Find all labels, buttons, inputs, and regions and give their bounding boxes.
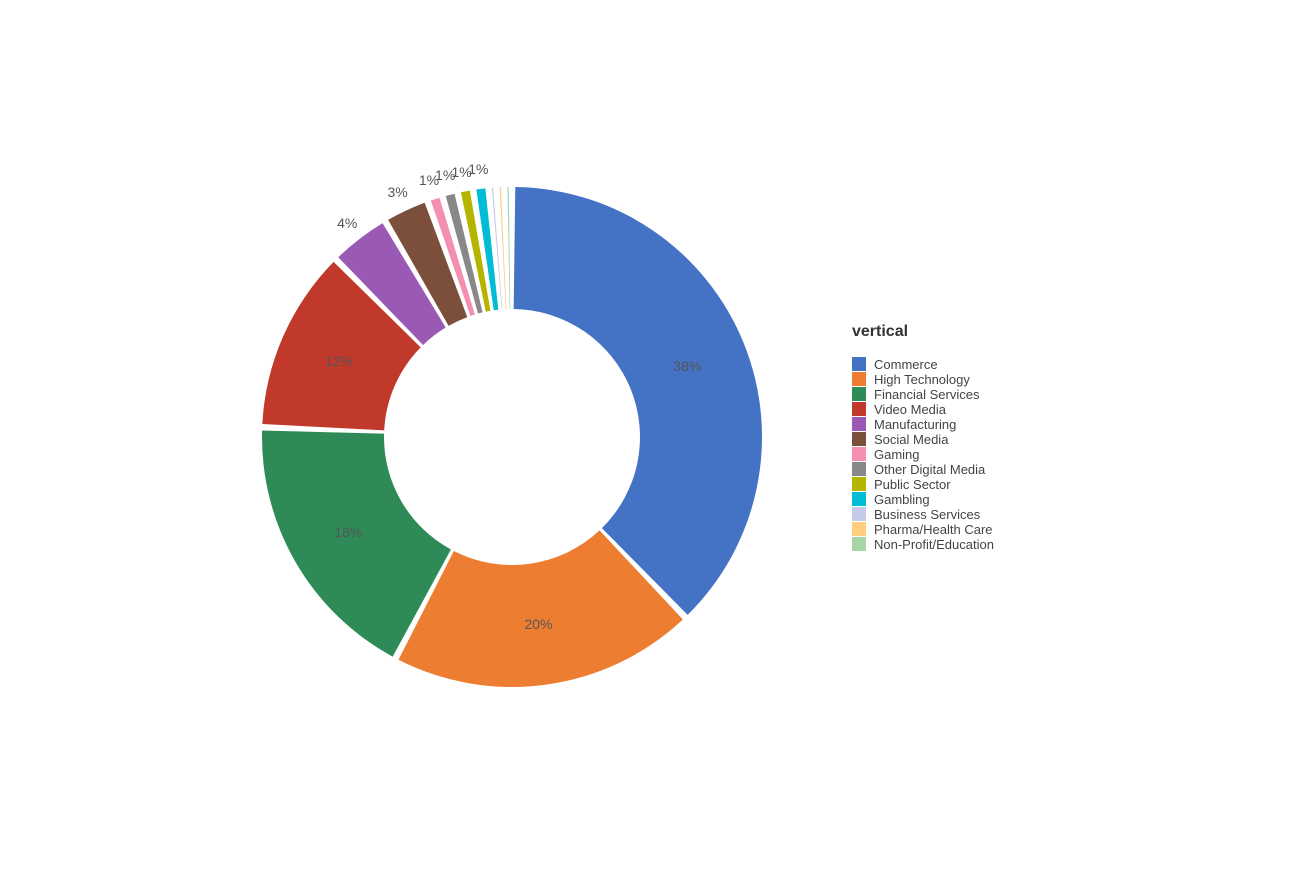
legend-swatch xyxy=(852,402,866,416)
legend-items: CommerceHigh TechnologyFinancial Service… xyxy=(852,357,1072,552)
legend-item: High Technology xyxy=(852,372,1072,387)
legend-item: Video Media xyxy=(852,402,1072,417)
legend-label: Gambling xyxy=(874,492,930,507)
legend-item: Gambling xyxy=(852,492,1072,507)
legend-swatch xyxy=(852,387,866,401)
legend-swatch xyxy=(852,432,866,446)
legend-swatch xyxy=(852,447,866,461)
legend-swatch xyxy=(852,507,866,521)
legend-swatch xyxy=(852,477,866,491)
legend-label: Business Services xyxy=(874,507,980,522)
legend-item: Non-Profit/Education xyxy=(852,537,1072,552)
legend-label: Video Media xyxy=(874,402,946,417)
legend-swatch xyxy=(852,462,866,476)
donut-segment xyxy=(514,187,762,615)
legend-label: Manufacturing xyxy=(874,417,956,432)
legend-swatch xyxy=(852,357,866,371)
legend-item: Commerce xyxy=(852,357,1072,372)
chart-container: 38%20%18%12%4%3%1%1%1%1% vertical Commer… xyxy=(0,0,1304,874)
legend-item: Manufacturing xyxy=(852,417,1072,432)
legend-label: Social Media xyxy=(874,432,948,447)
legend-swatch xyxy=(852,522,866,536)
legend-item: Financial Services xyxy=(852,387,1072,402)
legend: vertical CommerceHigh TechnologyFinancia… xyxy=(852,323,1072,552)
legend-item: Social Media xyxy=(852,432,1072,447)
legend-item: Other Digital Media xyxy=(852,462,1072,477)
legend-label: Pharma/Health Care xyxy=(874,522,993,537)
legend-swatch xyxy=(852,492,866,506)
legend-label: Non-Profit/Education xyxy=(874,537,994,552)
legend-title: vertical xyxy=(852,323,1072,341)
legend-item: Business Services xyxy=(852,507,1072,522)
legend-item: Public Sector xyxy=(852,477,1072,492)
legend-label: High Technology xyxy=(874,372,970,387)
donut-svg xyxy=(232,157,792,717)
legend-swatch xyxy=(852,417,866,431)
legend-label: Public Sector xyxy=(874,477,951,492)
legend-swatch xyxy=(852,537,866,551)
donut-segment xyxy=(507,187,510,309)
legend-swatch xyxy=(852,372,866,386)
donut-chart: 38%20%18%12%4%3%1%1%1%1% xyxy=(232,157,792,717)
legend-label: Financial Services xyxy=(874,387,980,402)
legend-item: Gaming xyxy=(852,447,1072,462)
legend-item: Pharma/Health Care xyxy=(852,522,1072,537)
legend-label: Gaming xyxy=(874,447,920,462)
legend-label: Commerce xyxy=(874,357,938,372)
legend-label: Other Digital Media xyxy=(874,462,985,477)
